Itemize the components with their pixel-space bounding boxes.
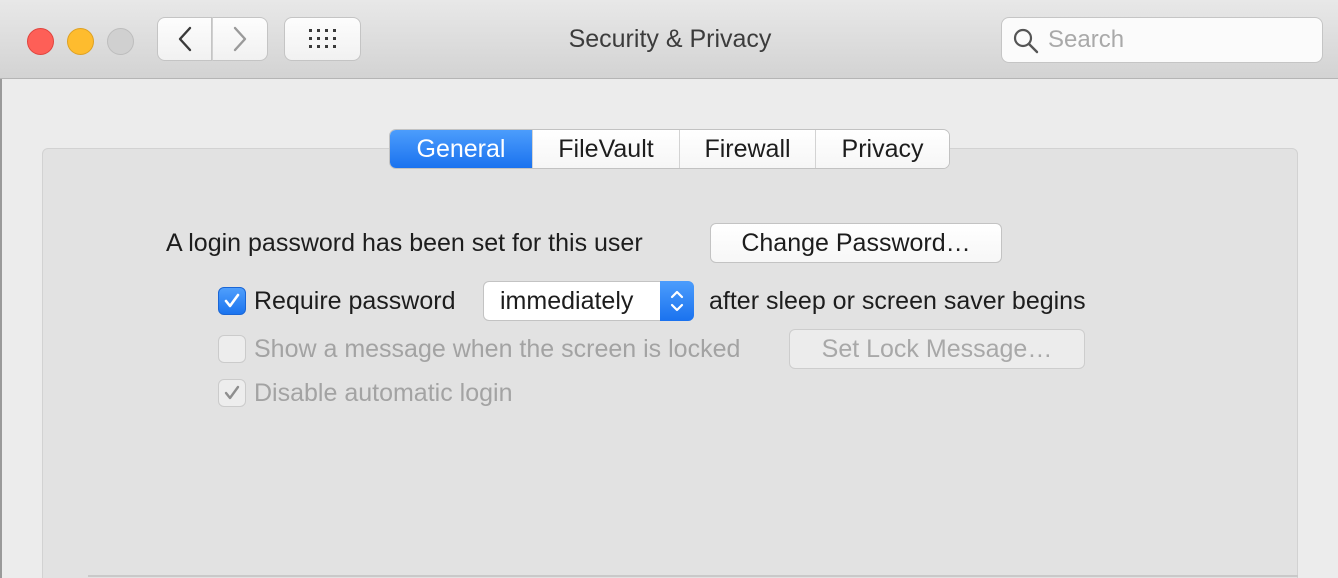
change-password-button[interactable]: Change Password… [710, 223, 1002, 263]
set-lock-message-button[interactable]: Set Lock Message… [789, 329, 1085, 369]
grid-icon [308, 29, 336, 48]
require-password-label: Require password [254, 287, 456, 315]
panel-divider [88, 575, 1298, 577]
tab-privacy[interactable]: Privacy [815, 130, 949, 168]
minimize-window-button[interactable] [67, 28, 94, 55]
tab-bar: General FileVault Firewall Privacy [389, 129, 950, 169]
require-password-checkbox[interactable] [218, 287, 246, 315]
zoom-window-button[interactable] [107, 28, 134, 55]
back-button[interactable] [157, 17, 212, 61]
require-password-delay-select[interactable]: immediately [483, 281, 694, 321]
window-edge [0, 0, 2, 578]
disable-auto-login-checkbox[interactable] [218, 379, 246, 407]
checkmark-icon [224, 293, 240, 308]
security-privacy-window: Security & Privacy General FileVault Fir… [0, 0, 1338, 578]
select-stepper[interactable] [660, 281, 694, 321]
close-window-button[interactable] [27, 28, 54, 55]
show-message-label: Show a message when the screen is locked [254, 335, 741, 363]
login-password-status: A login password has been set for this u… [166, 229, 643, 257]
require-password-suffix: after sleep or screen saver begins [709, 287, 1086, 315]
select-value: immediately [500, 287, 634, 315]
chevron-left-icon [178, 26, 191, 52]
tab-general[interactable]: General [390, 130, 532, 168]
forward-button[interactable] [212, 17, 268, 61]
tab-filevault[interactable]: FileVault [532, 130, 679, 168]
search-icon [1013, 28, 1039, 54]
search-input[interactable] [1048, 26, 1308, 54]
tab-firewall[interactable]: Firewall [679, 130, 815, 168]
up-down-chevron-icon [670, 290, 684, 312]
search-field[interactable] [1001, 17, 1323, 63]
checkmark-icon [224, 385, 240, 400]
show-message-checkbox[interactable] [218, 335, 246, 363]
title-bar: Security & Privacy [0, 0, 1338, 79]
window-title: Security & Privacy [568, 25, 772, 53]
disable-auto-login-label: Disable automatic login [254, 379, 513, 407]
show-all-button[interactable] [284, 17, 361, 61]
chevron-right-icon [233, 26, 247, 52]
